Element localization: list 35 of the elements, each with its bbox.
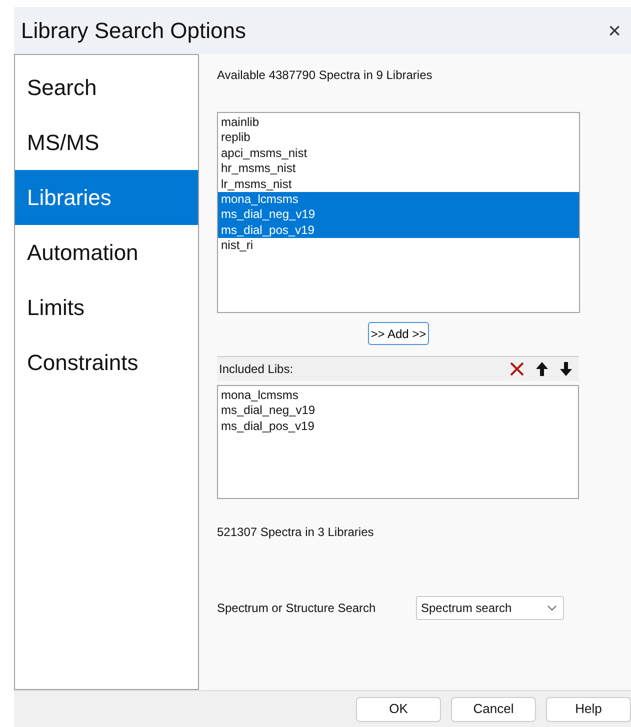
- included-label: Included Libs:: [219, 361, 294, 378]
- included-item[interactable]: ms_dial_pos_v19: [218, 418, 578, 434]
- library-item[interactable]: ms_dial_pos_v19: [218, 222, 579, 238]
- dialog-button[interactable]: OK: [356, 696, 441, 722]
- library-item[interactable]: apci_msms_nist: [218, 146, 579, 162]
- library-item[interactable]: ms_dial_neg_v19: [218, 207, 579, 223]
- window-title: Library Search Options: [21, 17, 246, 45]
- close-button[interactable]: ×: [608, 20, 621, 42]
- sidebar-item[interactable]: Libraries: [15, 170, 198, 225]
- available-summary: Available 4387790 Spectra in 9 Libraries: [217, 67, 432, 84]
- included-item[interactable]: mona_lcmsms: [218, 388, 578, 404]
- library-item[interactable]: hr_msms_nist: [218, 161, 579, 177]
- included-list[interactable]: mona_lcmsms ms_dial_neg_v19 ms_dial_pos_v19: [217, 385, 579, 499]
- search-type-label: Spectrum or Structure Search: [217, 600, 377, 617]
- library-item[interactable]: mona_lcmsms: [218, 192, 579, 208]
- sidebar-item[interactable]: Limits: [15, 280, 198, 335]
- dialog-button[interactable]: Help: [546, 696, 631, 722]
- sidebar-item[interactable]: MS/MS: [15, 115, 198, 170]
- library-item[interactable]: mainlib: [218, 115, 579, 130]
- up-arrow-icon[interactable]: [535, 361, 549, 377]
- sidebar-item[interactable]: Search: [15, 60, 198, 115]
- library-item[interactable]: nist_ri: [218, 238, 579, 254]
- dialog-button[interactable]: Cancel: [451, 696, 536, 722]
- add-button[interactable]: >> Add >>: [368, 322, 430, 345]
- sidebar-item[interactable]: Constraints: [15, 335, 198, 390]
- available-list[interactable]: mainlib replib apci_msms_nist hr_msms_nist lr_msms_nist mona_lcmsms ms_dial_neg_v19 ms_dial_pos_v19 nist_ri: [217, 112, 580, 313]
- included-item[interactable]: ms_dial_neg_v19: [218, 403, 578, 419]
- sidebar-item[interactable]: Automation: [15, 225, 198, 280]
- search-type-dropdown[interactable]: Spectrum search: [416, 596, 564, 620]
- included-summary: 521307 Spectra in 3 Libraries: [217, 524, 374, 541]
- chevron-down-icon: [547, 605, 557, 611]
- delete-icon[interactable]: [509, 361, 525, 377]
- down-arrow-icon[interactable]: [559, 361, 573, 377]
- library-item[interactable]: replib: [218, 130, 579, 146]
- library-item[interactable]: lr_msms_nist: [218, 176, 579, 192]
